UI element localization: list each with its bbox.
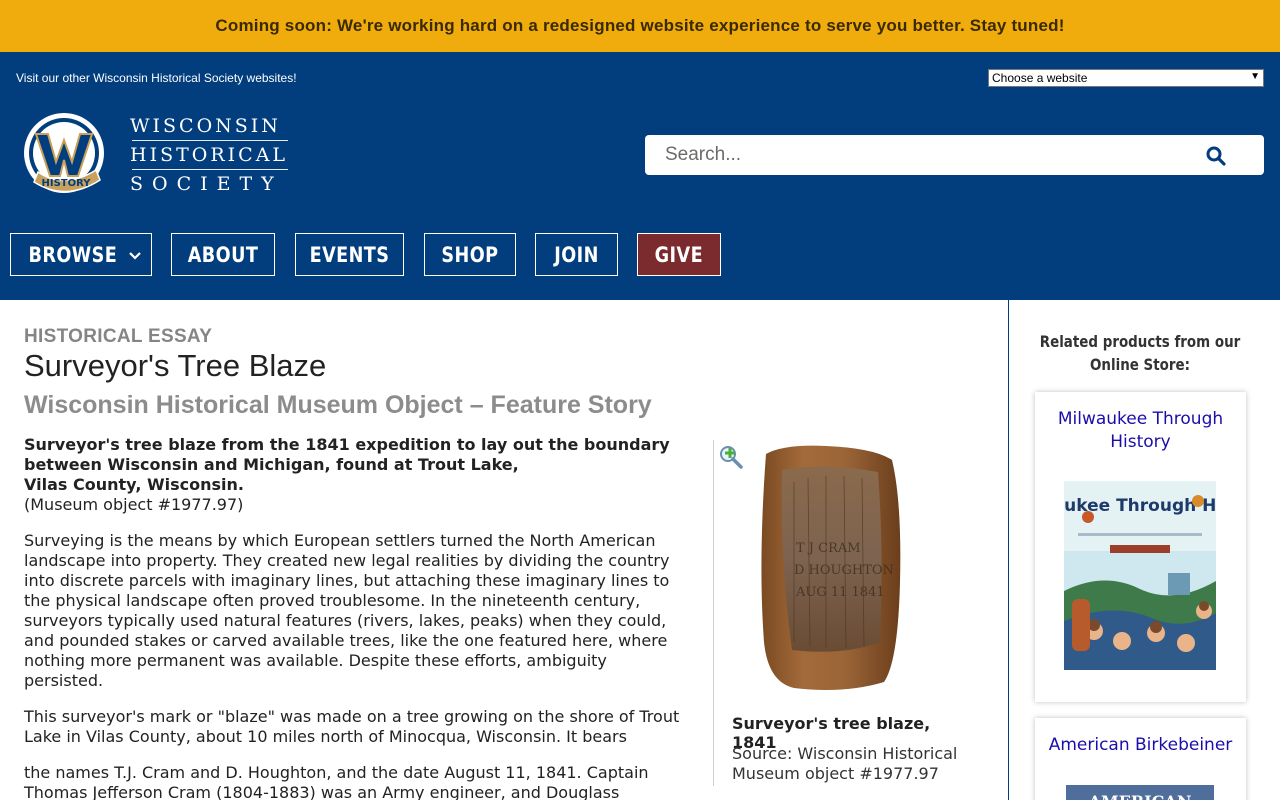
product-card[interactable]: Milwaukee Through History Milwaukee Thro…: [1035, 392, 1246, 702]
essay-kicker: HISTORICAL ESSAY: [24, 326, 213, 347]
chevron-down-icon: [129, 251, 141, 260]
nav-shop-label: SHOP: [441, 242, 499, 267]
artifact-figure: T J CRAM D HOUGHTON AUG 11 1841 Surveyor…: [713, 440, 963, 786]
nav-about-label: ABOUT: [187, 242, 259, 267]
nav-give-label: GIVE: [654, 242, 704, 267]
article-main: HISTORICAL ESSAY Surveyor's Tree Blaze W…: [24, 300, 1008, 800]
paragraph-2: This surveyor's mark or "blaze" was made…: [24, 707, 680, 746]
product-link[interactable]: American Birkebeiner: [1035, 718, 1246, 757]
announcement-text: Coming soon: We're working hard on a red…: [215, 16, 1065, 35]
chevron-down-icon: ▼: [1250, 71, 1260, 82]
website-select[interactable]: Choose a website ▼: [988, 69, 1264, 87]
nav-about-button[interactable]: ABOUT: [171, 233, 275, 276]
sidebar-title: Related products from our Online Store:: [1039, 332, 1241, 374]
svg-text:AUG 11 1841: AUG 11 1841: [795, 585, 885, 600]
paragraph-3: the names T.J. Cram and D. Houghton, and…: [24, 763, 649, 800]
article-body: Surveyor's tree blaze from the 1841 expe…: [24, 435, 684, 800]
svg-text:D HOUGHTON: D HOUGHTON: [794, 563, 894, 578]
nav-events-button[interactable]: EVENTS: [295, 233, 404, 276]
museum-object-number: (Museum object #1977.97): [24, 495, 244, 514]
nav-browse-label: BROWSE: [28, 242, 118, 267]
product-card[interactable]: American Birkebeiner AMERICAN: [1035, 718, 1246, 800]
site-header: Visit our other Wisconsin Historical Soc…: [0, 52, 1280, 300]
logo-line-wisconsin: WISCONSIN: [130, 115, 281, 137]
book-cover-milwaukee[interactable]: Milwaukee Through History: [1064, 481, 1216, 670]
tree-blaze-image[interactable]: T J CRAM D HOUGHTON AUG 11 1841: [734, 442, 924, 694]
nav-events-label: EVENTS: [309, 242, 390, 267]
product-link[interactable]: Milwaukee Through History: [1035, 392, 1246, 454]
nav-join-label: JOIN: [554, 242, 599, 267]
svg-text:T J CRAM: T J CRAM: [796, 541, 861, 556]
logo-line-historical: HISTORICAL: [130, 144, 289, 166]
nav-shop-button[interactable]: SHOP: [424, 233, 516, 276]
nav-join-button[interactable]: JOIN: [535, 233, 618, 276]
logo-line-society: SOCIETY: [130, 173, 283, 195]
page-title: Surveyor's Tree Blaze: [24, 348, 327, 383]
nav-browse-button[interactable]: BROWSE: [10, 233, 152, 276]
svg-text:HISTORY: HISTORY: [41, 178, 91, 189]
svg-text:AMERICAN: AMERICAN: [1088, 792, 1192, 800]
page-subtitle: Wisconsin Historical Museum Object – Fea…: [24, 391, 652, 419]
book-cover-birkebeiner[interactable]: AMERICAN: [1066, 785, 1214, 800]
announcement-bar: Coming soon: We're working hard on a red…: [0, 0, 1280, 52]
lead-paragraph: Surveyor's tree blaze from the 1841 expe…: [24, 435, 670, 494]
website-select-value: Choose a website: [992, 71, 1088, 85]
search-input[interactable]: [665, 144, 1205, 166]
site-logo[interactable]: HISTORY WISCONSIN HISTORICAL SOCIETY: [16, 110, 292, 198]
paragraph-1: Surveying is the means by which European…: [24, 531, 670, 690]
logo-badge-icon: HISTORY: [24, 113, 104, 193]
figure-source: Source: Wisconsin Historical Museum obje…: [732, 744, 958, 783]
related-products-sidebar: Related products from our Online Store: …: [1008, 300, 1280, 800]
other-websites-label: Visit our other Wisconsin Historical Soc…: [16, 71, 297, 85]
search-bar: [645, 135, 1264, 175]
nav-give-button[interactable]: GIVE: [637, 233, 721, 276]
search-icon[interactable]: [1206, 146, 1226, 166]
